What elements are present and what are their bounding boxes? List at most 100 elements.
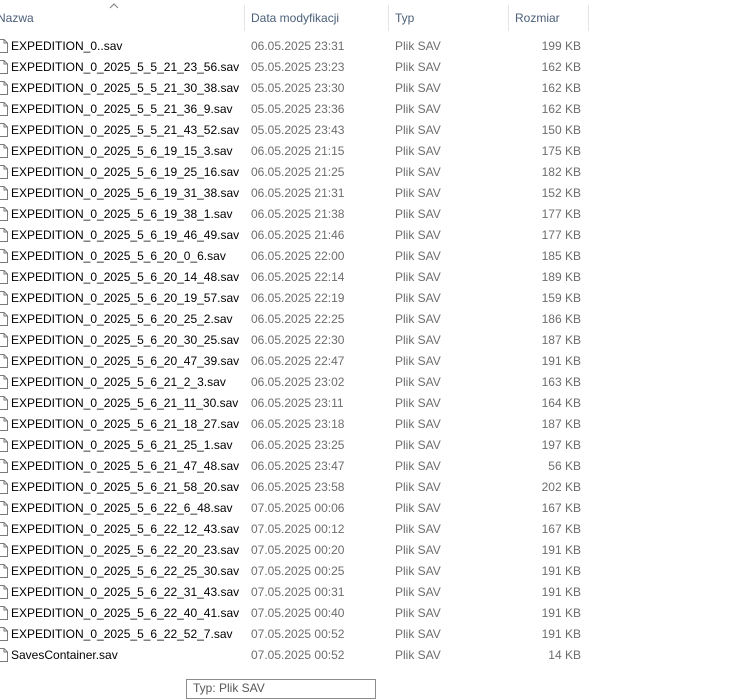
file-date: 06.05.2025 21:46 xyxy=(251,228,345,242)
file-type: Plik SAV xyxy=(395,270,441,284)
file-icon xyxy=(0,627,8,641)
file-row[interactable]: EXPEDITION_0_2025_5_6_20_0_6.sav 06.05.20… xyxy=(0,246,736,267)
file-row[interactable]: EXPEDITION_0_2025_5_6_19_31_38.sav 06.05.… xyxy=(0,183,736,204)
file-name: EXPEDITION_0_2025_5_5_21_23_56.sav xyxy=(11,60,240,74)
file-name: EXPEDITION_0_2025_5_6_20_0_6.sav xyxy=(11,249,226,263)
file-name: EXPEDITION_0_2025_5_6_22_31_43.sav xyxy=(11,585,240,599)
file-type: Plik SAV xyxy=(395,648,441,662)
file-type: Plik SAV xyxy=(395,627,441,641)
file-type: Plik SAV xyxy=(395,39,441,53)
file-list: EXPEDITION_0..sav 06.05.2025 23:31 Plik SA… xyxy=(0,36,736,666)
file-date: 06.05.2025 21:31 xyxy=(251,186,345,200)
file-type: Plik SAV xyxy=(395,123,441,137)
file-date: 06.05.2025 22:30 xyxy=(251,333,345,347)
file-type: Plik SAV xyxy=(395,606,441,620)
file-name: EXPEDITION_0_2025_5_6_20_14_48.sav xyxy=(11,270,240,284)
file-row[interactable]: EXPEDITION_0_2025_5_5_21_30_38.sav 05.05.… xyxy=(0,78,736,99)
file-date: 07.05.2025 00:12 xyxy=(251,522,345,536)
file-icon xyxy=(0,249,8,263)
file-type: Plik SAV xyxy=(395,60,441,74)
file-row[interactable]: EXPEDITION_0_2025_5_6_21_11_30.sav 06.05.… xyxy=(0,393,736,414)
column-separator[interactable] xyxy=(508,5,509,31)
file-size: 152 KB xyxy=(541,186,581,200)
file-size: 187 KB xyxy=(541,333,581,347)
file-date: 07.05.2025 00:52 xyxy=(251,627,345,641)
file-date: 05.05.2025 23:43 xyxy=(251,123,345,137)
file-type: Plik SAV xyxy=(395,249,441,263)
file-date: 06.05.2025 23:02 xyxy=(251,375,345,389)
file-size: 189 KB xyxy=(541,270,581,284)
file-size: 191 KB xyxy=(541,354,581,368)
file-icon xyxy=(0,396,8,410)
file-date: 06.05.2025 22:14 xyxy=(251,270,345,284)
file-icon xyxy=(0,39,8,53)
column-header-name[interactable]: Nazwa xyxy=(0,0,244,36)
file-size: 191 KB xyxy=(541,627,581,641)
file-row[interactable]: EXPEDITION_0_2025_5_6_19_25_16.sav 06.05.… xyxy=(0,162,736,183)
file-size: 150 KB xyxy=(541,123,581,137)
file-icon xyxy=(0,102,8,116)
file-row[interactable]: EXPEDITION_0_2025_5_6_20_30_25.sav 06.05.… xyxy=(0,330,736,351)
file-date: 07.05.2025 00:31 xyxy=(251,585,345,599)
file-row[interactable]: EXPEDITION_0_2025_5_6_22_25_30.sav 07.05.… xyxy=(0,561,736,582)
file-type: Plik SAV xyxy=(395,522,441,536)
file-date: 07.05.2025 00:20 xyxy=(251,543,345,557)
file-row[interactable]: EXPEDITION_0_2025_5_6_22_20_23.sav 07.05.… xyxy=(0,540,736,561)
file-name: EXPEDITION_0_2025_5_6_22_25_30.sav xyxy=(11,564,240,578)
file-row[interactable]: EXPEDITION_0_2025_5_6_21_47_48.sav 06.05.… xyxy=(0,456,736,477)
file-row[interactable]: EXPEDITION_0_2025_5_6_20_19_57.sav 06.05.… xyxy=(0,288,736,309)
file-name: EXPEDITION_0_2025_5_6_21_11_30.sav xyxy=(11,396,239,410)
file-row[interactable]: EXPEDITION_0_2025_5_6_22_6_48.sav 07.05.2… xyxy=(0,498,736,519)
sort-ascending-chevron-icon[interactable] xyxy=(108,1,120,11)
file-date: 06.05.2025 23:47 xyxy=(251,459,345,473)
file-icon xyxy=(0,81,8,95)
file-row[interactable]: EXPEDITION_0_2025_5_6_22_31_43.sav 07.05.… xyxy=(0,582,736,603)
file-row[interactable]: EXPEDITION_0_2025_5_5_21_36_9.sav 05.05.2… xyxy=(0,99,736,120)
file-name: EXPEDITION_0..sav xyxy=(11,39,123,53)
file-name: EXPEDITION_0_2025_5_5_21_43_52.sav xyxy=(11,123,240,137)
file-row[interactable]: EXPEDITION_0_2025_5_6_21_58_20.sav 06.05.… xyxy=(0,477,736,498)
file-icon xyxy=(0,564,8,578)
file-size: 191 KB xyxy=(541,543,581,557)
column-separator[interactable] xyxy=(388,5,389,31)
file-name: EXPEDITION_0_2025_5_6_21_2_3.sav xyxy=(11,375,226,389)
file-date: 06.05.2025 21:25 xyxy=(251,165,345,179)
file-row[interactable]: EXPEDITION_0_2025_5_6_21_18_27.sav 06.05.… xyxy=(0,414,736,435)
file-row[interactable]: EXPEDITION_0_2025_5_6_21_25_1.sav 06.05.2… xyxy=(0,435,736,456)
file-row[interactable]: EXPEDITION_0_2025_5_6_19_38_1.sav 06.05.2… xyxy=(0,204,736,225)
column-header-type[interactable]: Typ xyxy=(395,0,508,36)
file-row[interactable]: EXPEDITION_0_2025_5_6_21_2_3.sav 06.05.20… xyxy=(0,372,736,393)
file-size: 159 KB xyxy=(541,291,581,305)
file-row[interactable]: EXPEDITION_0_2025_5_6_19_15_3.sav 06.05.2… xyxy=(0,141,736,162)
file-size: 175 KB xyxy=(541,144,581,158)
file-icon xyxy=(0,165,8,179)
file-date: 06.05.2025 23:58 xyxy=(251,480,345,494)
file-row[interactable]: SavesContainer.sav 07.05.2025 00:52 Plik S… xyxy=(0,645,736,666)
file-icon xyxy=(0,228,8,242)
file-name: EXPEDITION_0_2025_5_6_19_38_1.sav xyxy=(11,207,233,221)
file-row[interactable]: EXPEDITION_0..sav 06.05.2025 23:31 Plik SA… xyxy=(0,36,736,57)
file-type: Plik SAV xyxy=(395,564,441,578)
file-date: 06.05.2025 23:11 xyxy=(251,396,344,410)
file-row[interactable]: EXPEDITION_0_2025_5_6_22_12_43.sav 07.05.… xyxy=(0,519,736,540)
file-row[interactable]: EXPEDITION_0_2025_5_6_22_52_7.sav 07.05.2… xyxy=(0,624,736,645)
column-separator[interactable] xyxy=(588,5,589,31)
file-icon xyxy=(0,501,8,515)
file-name: EXPEDITION_0_2025_5_6_22_6_48.sav xyxy=(11,501,233,515)
file-name: EXPEDITION_0_2025_5_6_22_20_23.sav xyxy=(11,543,240,557)
file-row[interactable]: EXPEDITION_0_2025_5_5_21_43_52.sav 05.05.… xyxy=(0,120,736,141)
file-row[interactable]: EXPEDITION_0_2025_5_6_19_46_49.sav 06.05.… xyxy=(0,225,736,246)
file-row[interactable]: EXPEDITION_0_2025_5_6_20_25_2.sav 06.05.2… xyxy=(0,309,736,330)
file-row[interactable]: EXPEDITION_0_2025_5_6_22_40_41.sav 07.05.… xyxy=(0,603,736,624)
column-header-size[interactable]: Rozmiar xyxy=(515,0,588,36)
column-separator[interactable] xyxy=(244,5,245,31)
column-header-date[interactable]: Data modyfikacji xyxy=(251,0,388,36)
file-name: EXPEDITION_0_2025_5_6_21_47_48.sav xyxy=(11,459,240,473)
file-size: 202 KB xyxy=(541,480,581,494)
file-size: 167 KB xyxy=(541,501,581,515)
file-row[interactable]: EXPEDITION_0_2025_5_6_20_14_48.sav 06.05.… xyxy=(0,267,736,288)
file-row[interactable]: EXPEDITION_0_2025_5_5_21_23_56.sav 05.05.… xyxy=(0,57,736,78)
file-icon xyxy=(0,648,8,662)
file-type: Plik SAV xyxy=(395,543,441,557)
file-row[interactable]: EXPEDITION_0_2025_5_6_20_47_39.sav 06.05.… xyxy=(0,351,736,372)
